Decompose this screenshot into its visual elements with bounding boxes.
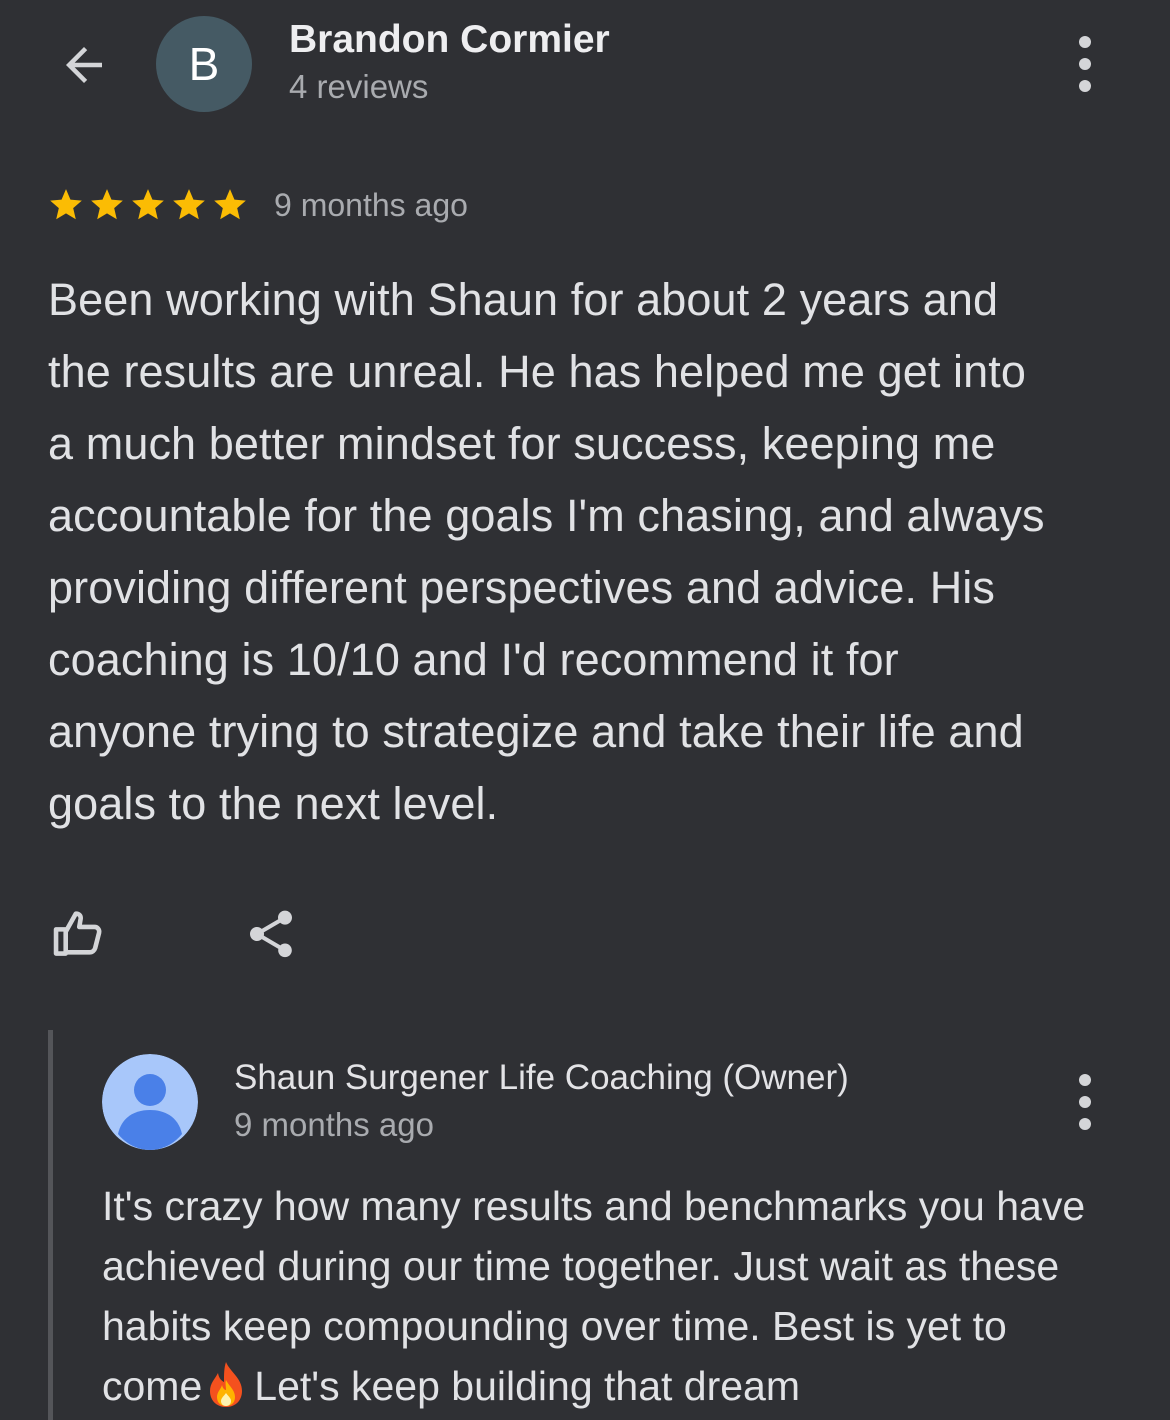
reply-line: achieved during our time together. Just … bbox=[102, 1243, 1060, 1289]
owner-name[interactable]: Shaun Surgener Life Coaching (Owner) bbox=[234, 1058, 849, 1098]
review-line: providing different perspectives and adv… bbox=[48, 562, 995, 613]
rating-row: 9 months ago bbox=[46, 180, 468, 230]
review-time: 9 months ago bbox=[274, 186, 468, 223]
review-line: Been working with Shaun for about 2 year… bbox=[48, 274, 999, 325]
reviewer-review-count: 4 reviews bbox=[289, 68, 429, 105]
star-icon bbox=[210, 186, 250, 224]
reply-more-options-button[interactable] bbox=[1055, 1062, 1115, 1142]
more-options-button[interactable] bbox=[1055, 24, 1115, 104]
thumbs-up-icon bbox=[53, 911, 102, 956]
reviewer-avatar[interactable]: B bbox=[156, 16, 252, 112]
owner-avatar[interactable] bbox=[102, 1054, 198, 1150]
review-line: the results are unreal. He has helped me… bbox=[48, 346, 1026, 397]
reply-line: It's crazy how many results and benchmar… bbox=[102, 1183, 1086, 1229]
owner-reply-text: It's crazy how many results and benchmar… bbox=[102, 1176, 1142, 1416]
review-line: accountable for the goals I'm chasing, a… bbox=[48, 490, 1045, 541]
share-button[interactable] bbox=[236, 899, 306, 969]
reply-line: habits keep compounding over time. Best … bbox=[102, 1303, 1007, 1349]
like-button[interactable] bbox=[44, 898, 114, 968]
more-vert-icon bbox=[1079, 36, 1091, 48]
reply-text-segment: come bbox=[102, 1363, 203, 1409]
reply-text-segment: Let's keep building that dream bbox=[254, 1363, 800, 1409]
person-icon bbox=[102, 1054, 198, 1150]
reply-indent-bar bbox=[48, 1030, 53, 1420]
more-vert-icon bbox=[1079, 1074, 1091, 1086]
review-line: goals to the next level. bbox=[48, 778, 499, 829]
reviewer-name[interactable]: Brandon Cormier bbox=[289, 18, 610, 62]
reviewer-avatar-letter: B bbox=[188, 38, 220, 90]
star-rating bbox=[46, 186, 250, 224]
review-detail-page: B Brandon Cormier 4 reviews 9 months ago… bbox=[0, 0, 1170, 1420]
star-icon bbox=[169, 186, 209, 224]
review-line: anyone trying to strategize and take the… bbox=[48, 706, 1024, 757]
arrow-back-icon bbox=[66, 47, 102, 83]
review-line: a much better mindset for success, keepi… bbox=[48, 418, 996, 469]
star-icon bbox=[87, 186, 127, 224]
fire-emoji-icon bbox=[210, 1362, 243, 1407]
owner-reply-time: 9 months ago bbox=[234, 1106, 434, 1143]
star-icon bbox=[46, 186, 86, 224]
share-icon bbox=[250, 910, 292, 958]
reply-line: come Let's keep building that dream bbox=[102, 1356, 1142, 1416]
star-icon bbox=[128, 186, 168, 224]
review-line: coaching is 10/10 and I'd recommend it f… bbox=[48, 634, 899, 685]
back-button[interactable] bbox=[44, 30, 124, 100]
review-text: Been working with Shaun for about 2 year… bbox=[48, 264, 1138, 840]
